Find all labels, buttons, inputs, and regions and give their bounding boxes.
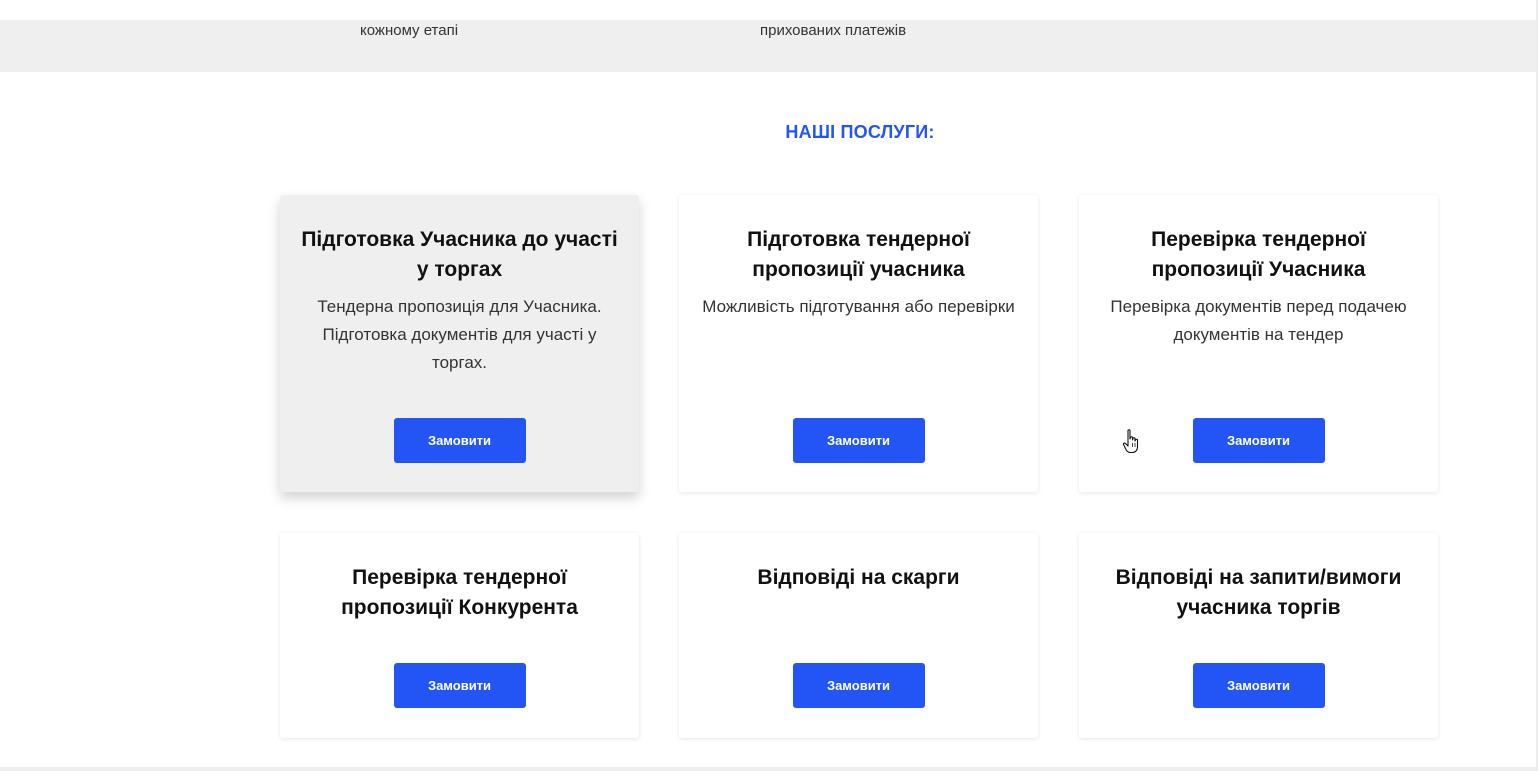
service-description: Перевірка документів перед подачею докум… bbox=[1110, 297, 1407, 344]
order-button[interactable]: Замовити bbox=[1192, 418, 1325, 463]
order-button[interactable]: Замовити bbox=[792, 663, 925, 708]
service-title: Підготовка Учасника до участі у торгах bbox=[301, 228, 618, 281]
order-button[interactable]: Замовити bbox=[792, 418, 925, 463]
section-title: НАШІ ПОСЛУГИ: bbox=[785, 122, 935, 142]
service-description: Тендерна пропозиція для Учасника. Підгот… bbox=[317, 297, 602, 372]
hand-pointer-icon bbox=[1122, 429, 1139, 454]
service-card: Відповіді на запити/вимоги учасника торг… bbox=[1079, 533, 1438, 738]
service-card: Відповіді на скарги Замовити bbox=[679, 533, 1038, 738]
order-button[interactable]: Замовити bbox=[1192, 663, 1325, 708]
feature-text: кожному етапі bbox=[360, 22, 459, 39]
service-description: Можливість підготування або перевірки bbox=[702, 297, 1015, 316]
service-title: Підготовка тендерної пропозиції учасника bbox=[747, 228, 970, 281]
service-card: Перевірка тендерної пропозиції Конкурент… bbox=[280, 533, 639, 738]
service-title: Перевірка тендерної пропозиції Учасника bbox=[1151, 228, 1366, 281]
service-card: Підготовка тендерної пропозиції учасника… bbox=[679, 195, 1038, 492]
service-title: Відповіді на запити/вимоги учасника торг… bbox=[1115, 566, 1402, 619]
feature-text: прихованих платежів bbox=[760, 22, 907, 39]
top-spacer bbox=[0, 0, 1538, 20]
order-button[interactable]: Замовити bbox=[393, 418, 526, 463]
section-divider bbox=[0, 767, 1538, 771]
page: кожному етапі прихованих платежів НАШІ П… bbox=[0, 0, 1538, 771]
service-title: Перевірка тендерної пропозиції Конкурент… bbox=[341, 566, 578, 619]
service-title: Відповіді на скарги bbox=[757, 566, 960, 589]
service-card: Підготовка Учасника до участі у торгах Т… bbox=[280, 195, 639, 492]
order-button[interactable]: Замовити bbox=[393, 663, 526, 708]
